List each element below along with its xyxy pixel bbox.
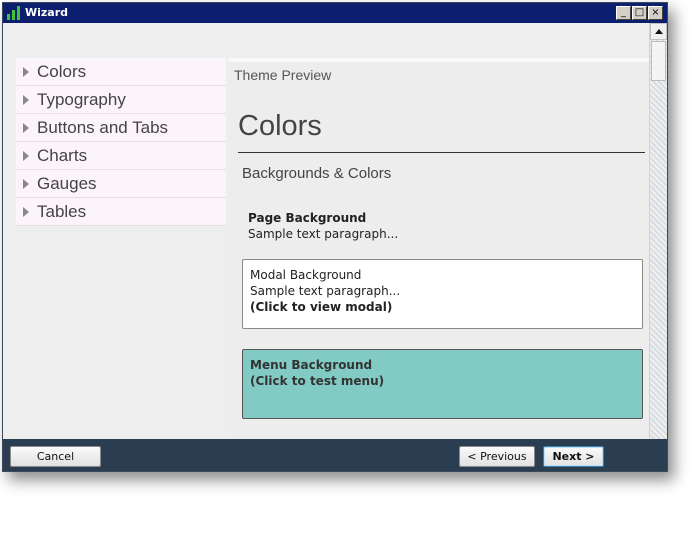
- modal-background-card[interactable]: Modal Background Sample text paragraph..…: [242, 259, 643, 329]
- next-button[interactable]: Next >: [543, 446, 604, 467]
- sidebar-item-label: Gauges: [37, 174, 97, 193]
- section-heading: Colors: [238, 110, 322, 142]
- expand-triangle-icon: [23, 95, 29, 105]
- expand-triangle-icon: [23, 67, 29, 77]
- sidebar-item-tables[interactable]: Tables: [16, 198, 226, 226]
- modal-background-action: (Click to view modal): [250, 300, 393, 314]
- scroll-up-arrow-icon[interactable]: [650, 23, 667, 40]
- sidebar-item-typography[interactable]: Typography: [16, 86, 226, 114]
- sidebar-item-label: Tables: [37, 202, 87, 221]
- wizard-footer: Cancel < Previous Next >: [3, 439, 667, 471]
- expand-triangle-icon: [23, 179, 29, 189]
- sidebar-nav: Colors Typography Buttons and Tabs Chart…: [16, 58, 226, 226]
- cancel-button[interactable]: Cancel: [10, 446, 101, 467]
- menu-background-card[interactable]: Menu Background (Click to test menu): [242, 349, 643, 419]
- modal-background-title: Modal Background: [250, 268, 362, 282]
- sidebar-item-buttons-and-tabs[interactable]: Buttons and Tabs: [16, 114, 226, 142]
- scroll-thumb[interactable]: [651, 41, 666, 81]
- expand-triangle-icon: [23, 151, 29, 161]
- expand-triangle-icon: [23, 123, 29, 133]
- previous-button[interactable]: < Previous: [459, 446, 535, 467]
- page-background-text: Sample text paragraph...: [248, 227, 399, 241]
- sidebar-item-charts[interactable]: Charts: [16, 142, 226, 170]
- close-icon[interactable]: ×: [648, 6, 663, 20]
- wizard-app-icon: [7, 6, 21, 20]
- heading-divider: [238, 152, 645, 153]
- vertical-scrollbar[interactable]: [649, 23, 667, 439]
- subsection-heading: Backgrounds & Colors: [242, 165, 392, 182]
- sidebar-item-colors[interactable]: Colors: [16, 58, 226, 86]
- theme-preview-panel: Theme Preview Colors Backgrounds & Color…: [228, 58, 649, 440]
- maximize-icon[interactable]: □: [632, 6, 647, 20]
- window-title: Wizard: [25, 6, 69, 19]
- expand-triangle-icon: [23, 207, 29, 217]
- minimize-icon[interactable]: _: [616, 6, 631, 20]
- preview-header: Theme Preview: [234, 67, 332, 83]
- sidebar-item-label: Colors: [37, 62, 87, 81]
- modal-background-text: Sample text paragraph...: [250, 284, 401, 298]
- sidebar-item-label: Charts: [37, 146, 88, 165]
- page-background-title: Page Background: [248, 211, 367, 225]
- menu-background-title: Menu Background: [250, 358, 373, 372]
- title-bar[interactable]: Wizard _ □ ×: [3, 3, 667, 23]
- sidebar-item-label: Buttons and Tabs: [37, 118, 169, 137]
- menu-background-action: (Click to test menu): [250, 374, 385, 388]
- wizard-window: Wizard _ □ × Colors Typography Buttons a…: [2, 2, 668, 472]
- preview-top-strip: [228, 58, 649, 62]
- sidebar-item-label: Typography: [37, 90, 126, 109]
- sidebar-item-gauges[interactable]: Gauges: [16, 170, 226, 198]
